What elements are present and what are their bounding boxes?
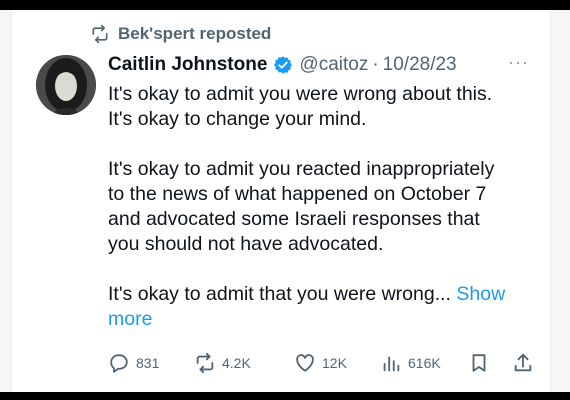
left-edge xyxy=(0,10,12,392)
bookmark-icon xyxy=(472,354,486,372)
right-edge xyxy=(550,10,570,392)
like-icon xyxy=(296,354,314,372)
verified-badge-icon xyxy=(274,56,293,74)
reply-count: 831 xyxy=(136,355,160,371)
like-count: 12K xyxy=(322,355,347,371)
repost-indicator[interactable]: Bek'spert reposted xyxy=(90,24,271,44)
tweet-date[interactable]: 10/28/23 xyxy=(383,54,457,76)
avatar-image xyxy=(36,55,96,115)
tweet-line: It's okay to admit you were wrong about … xyxy=(108,83,493,105)
tweet-paragraph: It's okay to admit that you were wrong..… xyxy=(108,282,548,332)
like-button[interactable]: 12K xyxy=(294,352,347,374)
repost-icon xyxy=(92,24,108,44)
tweet-line: It's okay to admit you reacted inappropr… xyxy=(108,158,495,180)
share-icon xyxy=(514,353,532,372)
tweet-text: It's okay to admit you were wrong about … xyxy=(108,82,548,332)
view-count: 616K xyxy=(408,355,441,371)
repost-count: 4.2K xyxy=(222,355,251,371)
tweet-line: and advocated some Israeli responses tha… xyxy=(108,208,480,230)
repost-button[interactable]: 4.2K xyxy=(194,352,251,374)
bookmark-button[interactable] xyxy=(468,352,490,374)
tweet-paragraph: It's okay to admit you reacted inappropr… xyxy=(108,157,548,257)
avatar[interactable] xyxy=(36,55,96,115)
tweet-actions: 831 4.2K 12K 616K xyxy=(108,352,538,376)
bottom-border xyxy=(0,392,570,400)
top-border xyxy=(0,0,570,10)
repost-label: Bek'spert reposted xyxy=(118,24,272,43)
separator-dot: · xyxy=(372,54,379,75)
tweet-line: you should not have advocated. xyxy=(108,233,384,255)
tweet-line: It's okay to admit that you were wrong..… xyxy=(108,283,451,305)
tweet-line: to the news of what happened on October … xyxy=(108,183,487,205)
tweet-header: Caitlin Johnstone @caitoz · 10/28/23 xyxy=(108,54,457,76)
share-button[interactable] xyxy=(512,352,534,374)
views-button[interactable]: 616K xyxy=(380,352,441,374)
author-handle[interactable]: @caitoz xyxy=(299,54,368,76)
more-options-icon[interactable]: ··· xyxy=(508,52,529,73)
reply-button[interactable]: 831 xyxy=(108,352,159,374)
author-name[interactable]: Caitlin Johnstone xyxy=(108,54,267,76)
tweet-paragraph: It's okay to admit you were wrong about … xyxy=(108,82,548,132)
tweet-line: It's okay to change your mind. xyxy=(108,108,367,130)
views-icon xyxy=(383,356,400,372)
reply-icon xyxy=(110,354,128,373)
repost-icon xyxy=(196,352,214,374)
